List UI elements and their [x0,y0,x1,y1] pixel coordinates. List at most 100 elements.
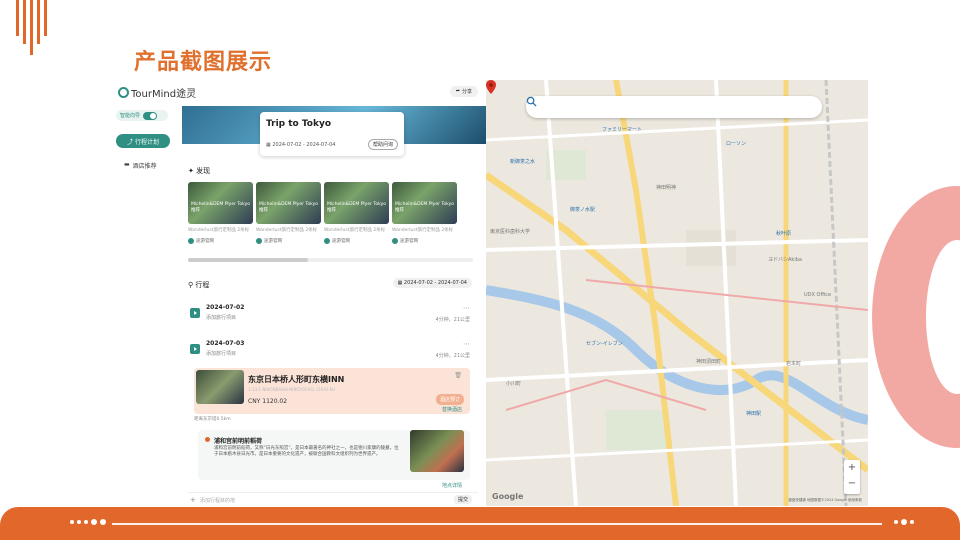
dot [910,520,914,524]
sidebar: 智能向导 ⤴ 行程计划 ▬ 酒店推荐 [112,106,180,506]
discover-card[interactable]: Michelin&DEM Plyer Tokyo推荐 Wanderlust旅行定… [256,182,321,262]
slide: 产品截图展示 TourMind途灵 ➦ 分享 智能向导 ⤴ 行程计划 ▬ 酒店推… [0,0,960,540]
day-row[interactable]: 2024-07-02 添加旅行项目 ⋯ 4分钟，21公里 [190,304,480,326]
help-button-label: 帮助问询 [372,142,393,148]
card-sub: Wanderlust旅行定制品 2条标 [256,228,318,233]
card-image: Michelin&DEM Plyer Tokyo推荐 [324,182,389,224]
hotel-address: 1-13-1 NIHONBASHI-NINGYOCHO, CHUO-KU [248,387,336,392]
card-foot: 途游官网 [392,238,457,244]
bed-icon: ▬ [124,161,130,168]
card-image: Michelin&DEM Plyer Tokyo推荐 [188,182,253,224]
trip-dates[interactable]: ▦ 2024-07-02 - 2024-07-04 [266,142,335,148]
map-label: 秋叶原 [776,231,792,237]
card-foot: 途游官网 [324,238,389,244]
itinerary-date-chip[interactable]: ▦ 2024-07-02 - 2024-07-04 [392,278,472,288]
logo-icon [118,87,129,98]
route-icon: ⤴ [126,138,133,146]
zoom-controls[interactable]: + − [844,460,860,494]
map-label: 東京医科歯科大学 [490,229,531,235]
itinerary-header-text: 行程 [195,281,210,289]
discover-card[interactable]: Michelin&DEM Plyer Tokyo推荐 Wanderlust旅行定… [324,182,389,262]
more-icon[interactable]: ⋯ [463,340,470,348]
delete-icon[interactable]: 🗑 [454,372,462,379]
submit-button[interactable]: 提交 [453,495,472,504]
play-icon[interactable] [190,344,200,354]
dot [70,520,74,524]
map-label: 神田明神 [656,185,677,191]
play-icon[interactable] [190,308,200,318]
share-button[interactable]: ➦ 分享 [449,86,478,97]
attraction-card[interactable]: 浦和宫前明前稻荷 浦和宫前明前稻荷，又称“日光东照宫”，是日本最著名的神社之一，… [198,430,470,480]
share-label: 分享 [461,89,472,95]
discover-card[interactable]: Michelin&DEM Plyer Tokyo推荐 Wanderlust旅行定… [188,182,253,262]
discover-header: ✦ 发现 [188,167,211,175]
attraction-image [410,430,464,472]
smart-guide-toggle[interactable] [143,111,158,120]
day-sub[interactable]: 添加旅行项目 [206,350,236,357]
footer-line [112,523,882,525]
app-screenshot: TourMind途灵 ➦ 分享 智能向导 ⤴ 行程计划 ▬ 酒店推荐 Trip [112,80,486,506]
day-date: 2024-07-03 [206,340,245,347]
card-sub: Wanderlust旅行定制品 2条标 [392,228,454,233]
card-title: Michelin&DEM Plyer Tokyo推荐 [395,202,454,213]
trip-dates-text: 2024-07-02 - 2024-07-04 [272,142,336,148]
card-title: Michelin&DEM Plyer Tokyo推荐 [327,202,386,213]
card-title: Michelin&DEM Plyer Tokyo推荐 [191,202,250,213]
hotel-name: 东京日本桥人形町东横INN [248,375,345,384]
hotel-card[interactable]: 东京日本桥人形町东横INN 1-13-1 NIHONBASHI-NINGYOCH… [194,368,470,414]
hotel-distance: 距离东京塔0.5km [194,417,231,422]
discover-header-text: 发现 [196,167,211,175]
discover-card[interactable]: Michelin&DEM Plyer Tokyo推荐 Wanderlust旅行定… [392,182,457,262]
map-label: 神田駅 [746,411,762,417]
map-label: セブン-イレブン [586,341,623,347]
trip-title: Trip to Tokyo [266,119,332,129]
smart-guide-toggle-row[interactable]: 智能向导 [116,110,168,121]
cards-scrollbar[interactable] [188,258,473,262]
zoom-in-button[interactable]: + [844,460,860,476]
map-label: 岩本町 [786,361,802,367]
help-button[interactable]: 帮助问询 [367,139,398,150]
sidebar-item-hotel[interactable]: ▬ 酒店推荐 [124,161,157,170]
map-panel[interactable]: 新御茶之水 御茶ノ水駅 神田明神 東京医科歯科大学 秋叶原 ヨドバシAkiba … [486,80,868,506]
map-label: 新御茶之水 [510,159,536,165]
map-attribution[interactable]: 键盘快捷键 地图数据©2024 Google 使用条款 [788,498,862,503]
hotel-link-label: 酒店推荐 [132,163,157,170]
discover-cards: Michelin&DEM Plyer Tokyo推荐 Wanderlust旅行定… [188,182,478,262]
add-destination-row[interactable]: + 添加行程目的地 提交 [188,492,478,506]
day-row[interactable]: 2024-07-03 添加旅行项目 ⋯ 4分钟，21公里 [190,340,480,362]
date-chip-text: 2024-07-02 - 2024-07-04 [403,280,467,286]
map-label: ヨドバシAkiba [768,257,802,263]
more-icon[interactable]: ⋯ [463,304,470,312]
itinerary-header: ⚲ 行程 [188,281,210,289]
map-label: 御茶ノ水駅 [570,207,596,213]
day-sub[interactable]: 添加旅行项目 [206,314,236,321]
dot [901,519,907,525]
day-date: 2024-07-02 [206,304,245,311]
location-marker-icon[interactable] [486,80,496,94]
location-pin-icon [205,437,210,442]
map-search-input[interactable] [526,96,822,118]
book-hotel-button[interactable]: 酒店预订 [435,394,464,405]
hotel-image [196,370,244,404]
trip-card: Trip to Tokyo ▦ 2024-07-02 - 2024-07-04 … [260,112,404,156]
logo-text: TourMind途灵 [131,89,197,100]
dot [77,520,81,524]
source-icon [188,238,194,244]
source-icon [324,238,330,244]
card-sub: Wanderlust旅行定制品 2条标 [324,228,386,233]
card-foot-text: 途游官网 [332,239,350,244]
replace-hotel-link[interactable]: 替换酒店 [442,406,462,413]
plan-button-label: 行程计划 [135,138,160,146]
add-destination-input[interactable]: 添加行程目的地 [200,497,235,504]
scrollbar-thumb[interactable] [188,258,308,262]
google-logo: Google [492,492,524,501]
search-icon[interactable] [526,96,537,107]
map-label: 小川町 [506,381,522,387]
attraction-detail-link[interactable]: 地点详情 [442,482,478,489]
plan-button[interactable]: ⤴ 行程计划 [116,134,170,148]
app-logo[interactable]: TourMind途灵 [118,85,196,100]
decorative-bars [16,0,47,55]
zoom-out-button[interactable]: − [844,476,860,492]
plus-icon[interactable]: + [190,496,196,504]
attraction-description: 浦和宫前明前稻荷，又称“日光东照宫”，是日本最著名的神社之一，也是德川家康的陵墓… [214,446,399,458]
